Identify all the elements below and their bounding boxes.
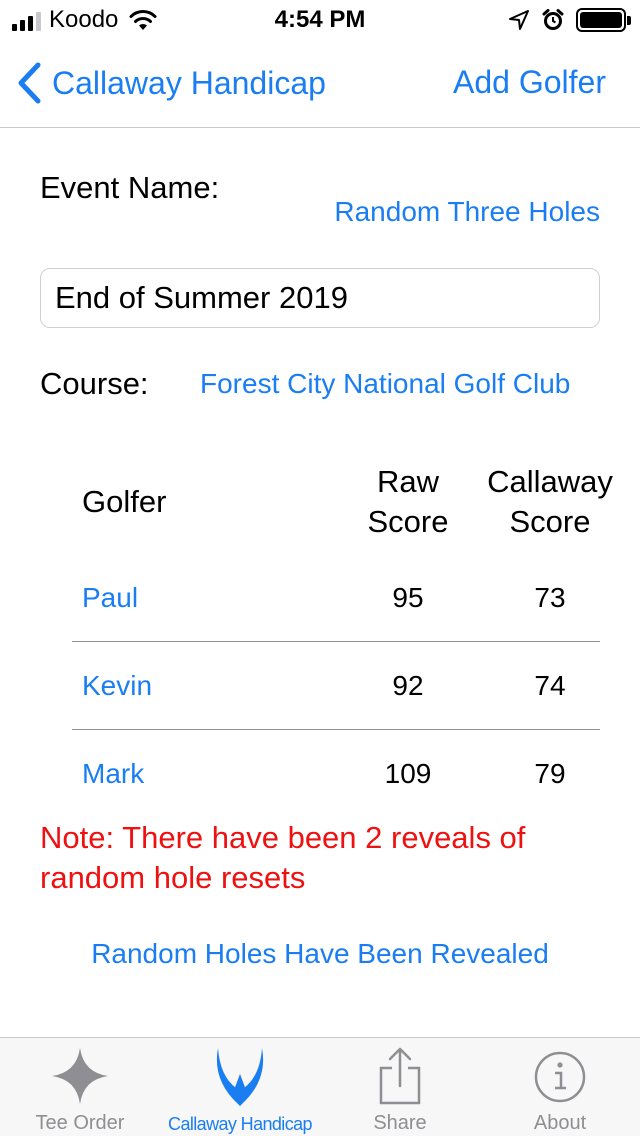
status-right: [508, 8, 631, 32]
golfer-name-mark[interactable]: Mark: [82, 758, 144, 790]
header-golfer: Golfer: [82, 484, 167, 519]
horns-icon: [216, 1048, 264, 1106]
location-icon: [509, 10, 529, 30]
tab-label: About: [533, 1112, 587, 1134]
tab-callaway-handicap[interactable]: Callaway Handicap: [160, 1038, 320, 1136]
header-raw-line2: Score: [367, 504, 449, 539]
share-icon: [379, 1047, 421, 1105]
tab-label: Callaway Handicap: [168, 1114, 312, 1134]
header-callaway-score: Callaway Score: [470, 462, 630, 542]
header-callaway-line2: Score: [509, 504, 591, 539]
star-icon: [52, 1048, 108, 1104]
golfer-name-paul[interactable]: Paul: [82, 582, 138, 614]
random-holes-revealed-link[interactable]: Random Holes Have Been Revealed: [0, 938, 640, 970]
info-icon: [534, 1051, 586, 1103]
header-raw-line1: Raw: [376, 464, 439, 499]
random-three-holes-link[interactable]: Random Three Holes: [334, 196, 600, 228]
tab-label: Tee Order: [35, 1112, 125, 1134]
status-bar: Koodo 4:54 PM: [0, 0, 640, 40]
callaway-score-paul: 73: [534, 582, 566, 613]
tab-about[interactable]: About: [480, 1038, 640, 1136]
course-link[interactable]: Forest City National Golf Club: [200, 368, 570, 400]
callaway-score-mark: 79: [534, 758, 566, 789]
course-label: Course:: [40, 366, 149, 401]
reset-note: Note: There have been 2 reveals of rando…: [40, 820, 526, 895]
back-button-label: Callaway Handicap: [52, 64, 326, 101]
raw-score-mark: 109: [384, 758, 432, 789]
event-name-label: Event Name:: [40, 170, 220, 205]
tab-bar: Tee Order Callaway Handicap Share About: [0, 1037, 640, 1136]
tab-tee-order[interactable]: Tee Order: [0, 1038, 160, 1136]
add-golfer-button[interactable]: Add Golfer: [453, 64, 606, 101]
raw-score-paul: 95: [392, 582, 424, 613]
row-divider: [72, 641, 600, 642]
tab-share[interactable]: Share: [320, 1038, 480, 1136]
row-divider: [72, 729, 600, 730]
callaway-score-kevin: 74: [534, 670, 566, 701]
battery-icon: [576, 8, 631, 32]
alarm-clock-icon: [542, 9, 564, 30]
navigation-bar: Callaway Handicap Add Golfer: [0, 40, 640, 128]
event-name-input[interactable]: [40, 268, 600, 328]
header-callaway-line1: Callaway: [487, 464, 613, 499]
header-raw-score: Raw Score: [348, 462, 468, 542]
raw-score-kevin: 92: [392, 670, 424, 701]
back-button[interactable]: Callaway Handicap: [16, 62, 326, 104]
golfer-name-kevin[interactable]: Kevin: [82, 670, 152, 702]
tab-label: Share: [373, 1112, 427, 1134]
chevron-left-icon: [18, 62, 41, 104]
